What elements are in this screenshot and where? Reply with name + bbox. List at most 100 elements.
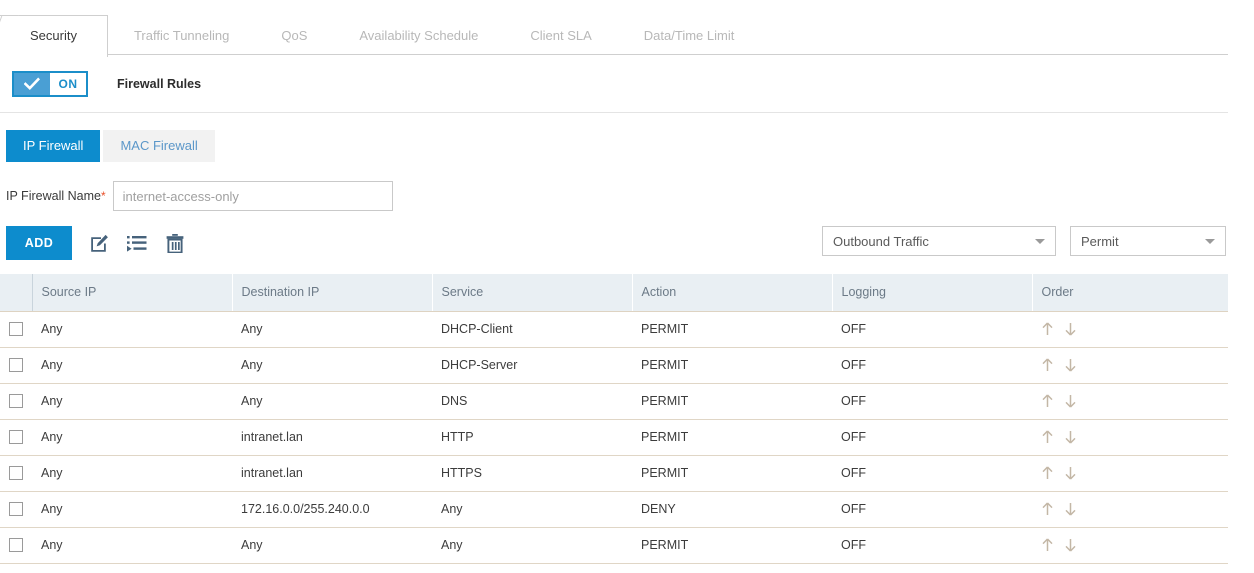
delete-icon[interactable] xyxy=(164,232,186,254)
rule-action-value: Permit xyxy=(1081,233,1119,249)
row-checkbox[interactable] xyxy=(9,322,23,336)
chevron-down-icon xyxy=(1205,239,1215,244)
toggle-check-icon xyxy=(14,73,50,95)
rules-toolbar: ADD Outbound Traffic Permit xyxy=(0,226,1254,260)
cell-destination-ip: intranet.lan xyxy=(232,455,432,492)
move-down-icon[interactable] xyxy=(1064,322,1077,336)
segment-ip-firewall[interactable]: IP Firewall xyxy=(6,130,101,162)
cell-spacer xyxy=(1130,383,1228,420)
move-down-icon[interactable] xyxy=(1064,394,1077,408)
tab-client-sla[interactable]: Client SLA xyxy=(504,16,617,56)
order-controls xyxy=(1041,502,1130,516)
move-up-icon[interactable] xyxy=(1041,358,1054,372)
cell-logging: OFF xyxy=(832,311,1032,348)
table-row[interactable]: Any 172.16.0.0/255.240.0.0 Any DENY OFF xyxy=(0,491,1228,528)
table-row[interactable]: Any Any DHCP-Server PERMIT OFF xyxy=(0,347,1228,384)
segment-mac-firewall[interactable]: MAC Firewall xyxy=(103,130,215,162)
edit-icon[interactable] xyxy=(88,232,110,254)
firewall-type-switch: IP Firewall MAC Firewall xyxy=(0,113,1254,162)
firewall-enable-toggle[interactable]: ON xyxy=(12,71,88,97)
cell-service: HTTP xyxy=(432,419,632,456)
row-select-cell xyxy=(0,419,32,456)
move-down-icon[interactable] xyxy=(1064,430,1077,444)
cell-logging: OFF xyxy=(832,455,1032,492)
cell-service: HTTPS xyxy=(432,455,632,492)
table-row[interactable]: Any intranet.lan HTTP PERMIT OFF xyxy=(0,419,1228,456)
tab-list: Security Traffic Tunneling QoS Availability… xyxy=(0,0,761,57)
traffic-direction-value: Outbound Traffic xyxy=(833,233,929,249)
row-checkbox[interactable] xyxy=(9,538,23,552)
firewall-name-input[interactable] xyxy=(112,181,393,211)
select-all-header xyxy=(0,274,33,312)
row-checkbox[interactable] xyxy=(9,430,23,444)
column-header-order[interactable]: Order xyxy=(1032,274,1130,312)
move-down-icon[interactable] xyxy=(1064,538,1077,552)
cell-source-ip: Any xyxy=(32,383,232,420)
row-select-cell xyxy=(0,311,32,348)
move-down-icon[interactable] xyxy=(1064,358,1077,372)
column-header-spacer xyxy=(1130,274,1228,312)
cell-source-ip: Any xyxy=(32,527,232,564)
insert-icon[interactable] xyxy=(126,232,148,254)
cell-source-ip: Any xyxy=(32,419,232,456)
tab-data-time-limit[interactable]: Data/Time Limit xyxy=(618,16,761,56)
section-title: Firewall Rules xyxy=(117,77,202,91)
cell-destination-ip: 172.16.0.0/255.240.0.0 xyxy=(232,491,432,528)
cell-destination-ip: intranet.lan xyxy=(232,419,432,456)
column-header-action[interactable]: Action xyxy=(632,274,833,312)
move-up-icon[interactable] xyxy=(1041,394,1054,408)
cell-destination-ip: Any xyxy=(232,347,432,384)
cell-spacer xyxy=(1130,527,1228,564)
cell-source-ip: Any xyxy=(32,347,232,384)
row-select-cell xyxy=(0,491,32,528)
tab-traffic-tunneling[interactable]: Traffic Tunneling xyxy=(108,16,255,56)
tab-qos[interactable]: QoS xyxy=(255,16,333,56)
move-up-icon[interactable] xyxy=(1041,502,1054,516)
cell-action: PERMIT xyxy=(632,455,832,492)
table-row[interactable]: Any Any DNS PERMIT OFF xyxy=(0,383,1228,420)
cell-service: Any xyxy=(432,491,632,528)
traffic-direction-select[interactable]: Outbound Traffic xyxy=(822,226,1056,256)
table-row[interactable]: Any Any DHCP-Client PERMIT OFF xyxy=(0,311,1228,348)
order-controls xyxy=(1041,394,1130,408)
tab-bar: Security Traffic Tunneling QoS Availability… xyxy=(0,0,1254,57)
row-checkbox[interactable] xyxy=(9,466,23,480)
tab-security[interactable]: Security xyxy=(0,15,108,57)
column-header-source-ip[interactable]: Source IP xyxy=(32,274,233,312)
add-rule-button[interactable]: ADD xyxy=(6,226,72,260)
row-checkbox[interactable] xyxy=(9,358,23,372)
order-controls xyxy=(1041,466,1130,480)
column-header-logging[interactable]: Logging xyxy=(832,274,1033,312)
rule-filters: Outbound Traffic Permit xyxy=(822,226,1226,256)
table-header: Source IP Destination IP Service Action Logg… xyxy=(0,274,1228,312)
cell-logging: OFF xyxy=(832,383,1032,420)
cell-logging: OFF xyxy=(832,419,1032,456)
move-up-icon[interactable] xyxy=(1041,466,1054,480)
tab-availability-schedule[interactable]: Availability Schedule xyxy=(333,16,504,56)
cell-order xyxy=(1032,311,1130,348)
required-marker: * xyxy=(100,189,106,203)
cell-service: DHCP-Server xyxy=(432,347,632,384)
cell-service: Any xyxy=(432,527,632,564)
column-header-service[interactable]: Service xyxy=(432,274,633,312)
toggle-state-label: ON xyxy=(58,77,78,91)
cell-destination-ip: Any xyxy=(232,527,432,564)
row-checkbox[interactable] xyxy=(9,394,23,408)
table-row[interactable]: Any Any Any PERMIT OFF xyxy=(0,527,1228,564)
move-up-icon[interactable] xyxy=(1041,430,1054,444)
table-row[interactable]: Any intranet.lan HTTPS PERMIT OFF xyxy=(0,455,1228,492)
move-down-icon[interactable] xyxy=(1064,502,1077,516)
firewall-rules-table: Source IP Destination IP Service Action Logg… xyxy=(0,274,1228,564)
table-header-row: Source IP Destination IP Service Action Logg… xyxy=(0,274,1228,312)
cell-service: DNS xyxy=(432,383,632,420)
move-up-icon[interactable] xyxy=(1041,322,1054,336)
cell-spacer xyxy=(1130,311,1228,348)
move-up-icon[interactable] xyxy=(1041,538,1054,552)
column-header-destination-ip[interactable]: Destination IP xyxy=(232,274,433,312)
move-down-icon[interactable] xyxy=(1064,466,1077,480)
rule-action-select[interactable]: Permit xyxy=(1070,226,1226,256)
cell-order xyxy=(1032,491,1130,528)
cell-logging: OFF xyxy=(832,527,1032,564)
firewall-toggle-row: ON Firewall Rules xyxy=(0,56,1254,112)
row-checkbox[interactable] xyxy=(9,502,23,516)
